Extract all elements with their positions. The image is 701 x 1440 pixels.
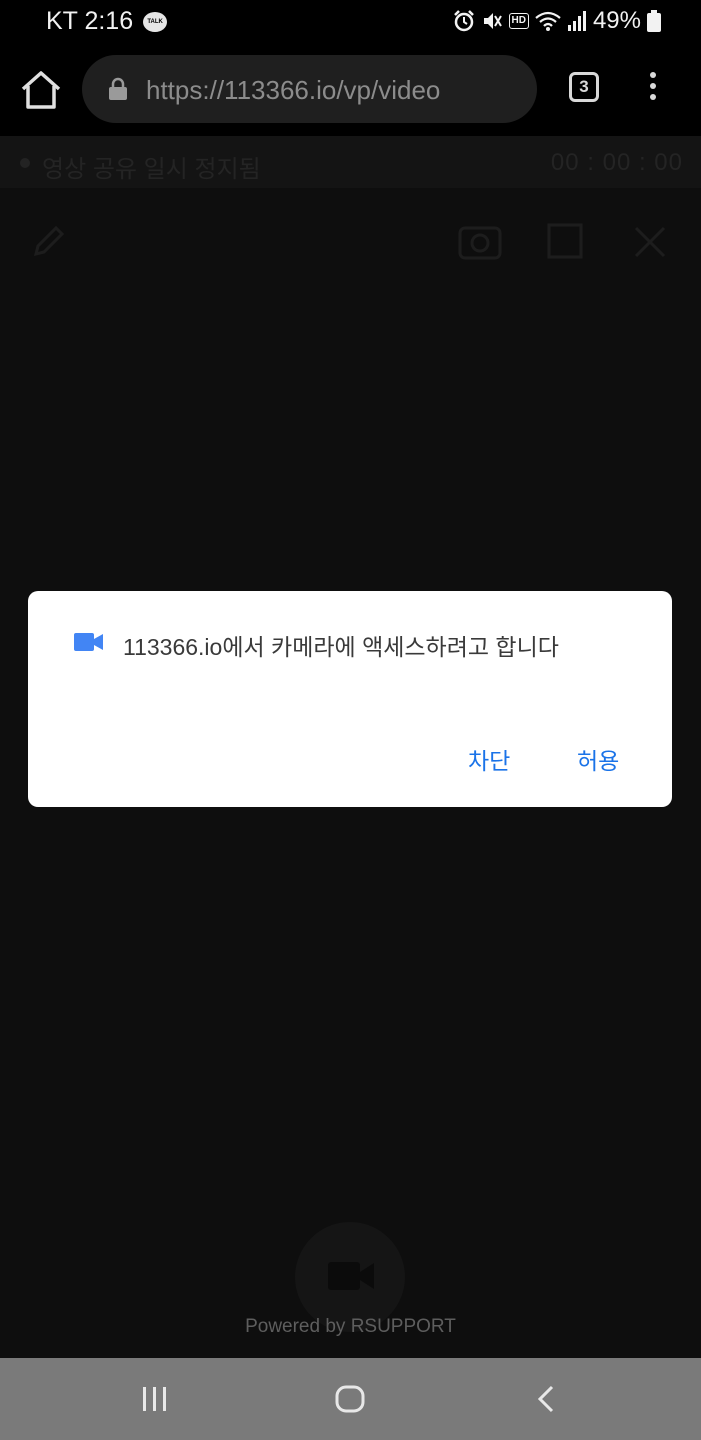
wifi-icon — [535, 11, 561, 31]
carrier-time: KT 2:16 — [46, 7, 134, 35]
powered-by-text: Powered by RSUPPORT — [245, 1316, 456, 1337]
alarm-icon — [453, 10, 474, 32]
status-dot — [20, 158, 30, 168]
tab-switcher-button[interactable]: 3 — [569, 72, 599, 102]
pen-icon[interactable] — [30, 224, 66, 260]
status-right: HD 49% — [453, 7, 661, 35]
video-camera-icon — [328, 1262, 374, 1290]
home-circle-icon[interactable] — [335, 1384, 365, 1414]
battery-icon — [647, 10, 661, 32]
camera-permission-dialog: 113366.io에서 카메라에 액세스하려고 합니다 차단 허용 — [28, 591, 672, 807]
status-bar: KT 2:16 TALK HD 49% — [0, 0, 701, 44]
home-icon[interactable] — [20, 70, 62, 110]
allow-button[interactable]: 허용 — [577, 742, 619, 776]
mute-icon — [483, 13, 502, 29]
timer-text: 00 : 00 : 00 — [550, 149, 683, 176]
back-chevron-icon[interactable] — [534, 1384, 560, 1414]
close-icon[interactable] — [632, 224, 668, 260]
permission-message: 113366.io에서 카메라에 액세스하려고 합니다 — [123, 634, 559, 660]
hd-icon: HD — [508, 13, 529, 29]
navigation-bar — [0, 1358, 701, 1440]
share-status-bar: 영상 공유 일시 정지됨 00 : 00 : 00 — [0, 136, 701, 188]
status-left: KT 2:16 TALK — [46, 7, 168, 36]
talk-icon: TALK — [143, 11, 168, 32]
share-status-text: 영상 공유 일시 정지됨 — [42, 156, 261, 183]
fullscreen-icon[interactable] — [546, 222, 584, 260]
switch-camera-icon[interactable] — [456, 220, 504, 262]
block-button[interactable]: 차단 — [468, 742, 510, 776]
recents-icon[interactable] — [140, 1384, 170, 1414]
battery-percent: 49% — [592, 7, 641, 34]
video-camera-icon — [74, 633, 103, 651]
lock-icon — [109, 77, 127, 100]
more-menu-icon[interactable] — [646, 72, 660, 106]
browser-toolbar: https://113366.io/vp/video 3 — [0, 44, 701, 136]
signal-icon — [567, 11, 586, 31]
address-bar[interactable]: https://113366.io/vp/video — [82, 55, 537, 123]
url-text: https://113366.io/vp/video — [146, 75, 441, 105]
